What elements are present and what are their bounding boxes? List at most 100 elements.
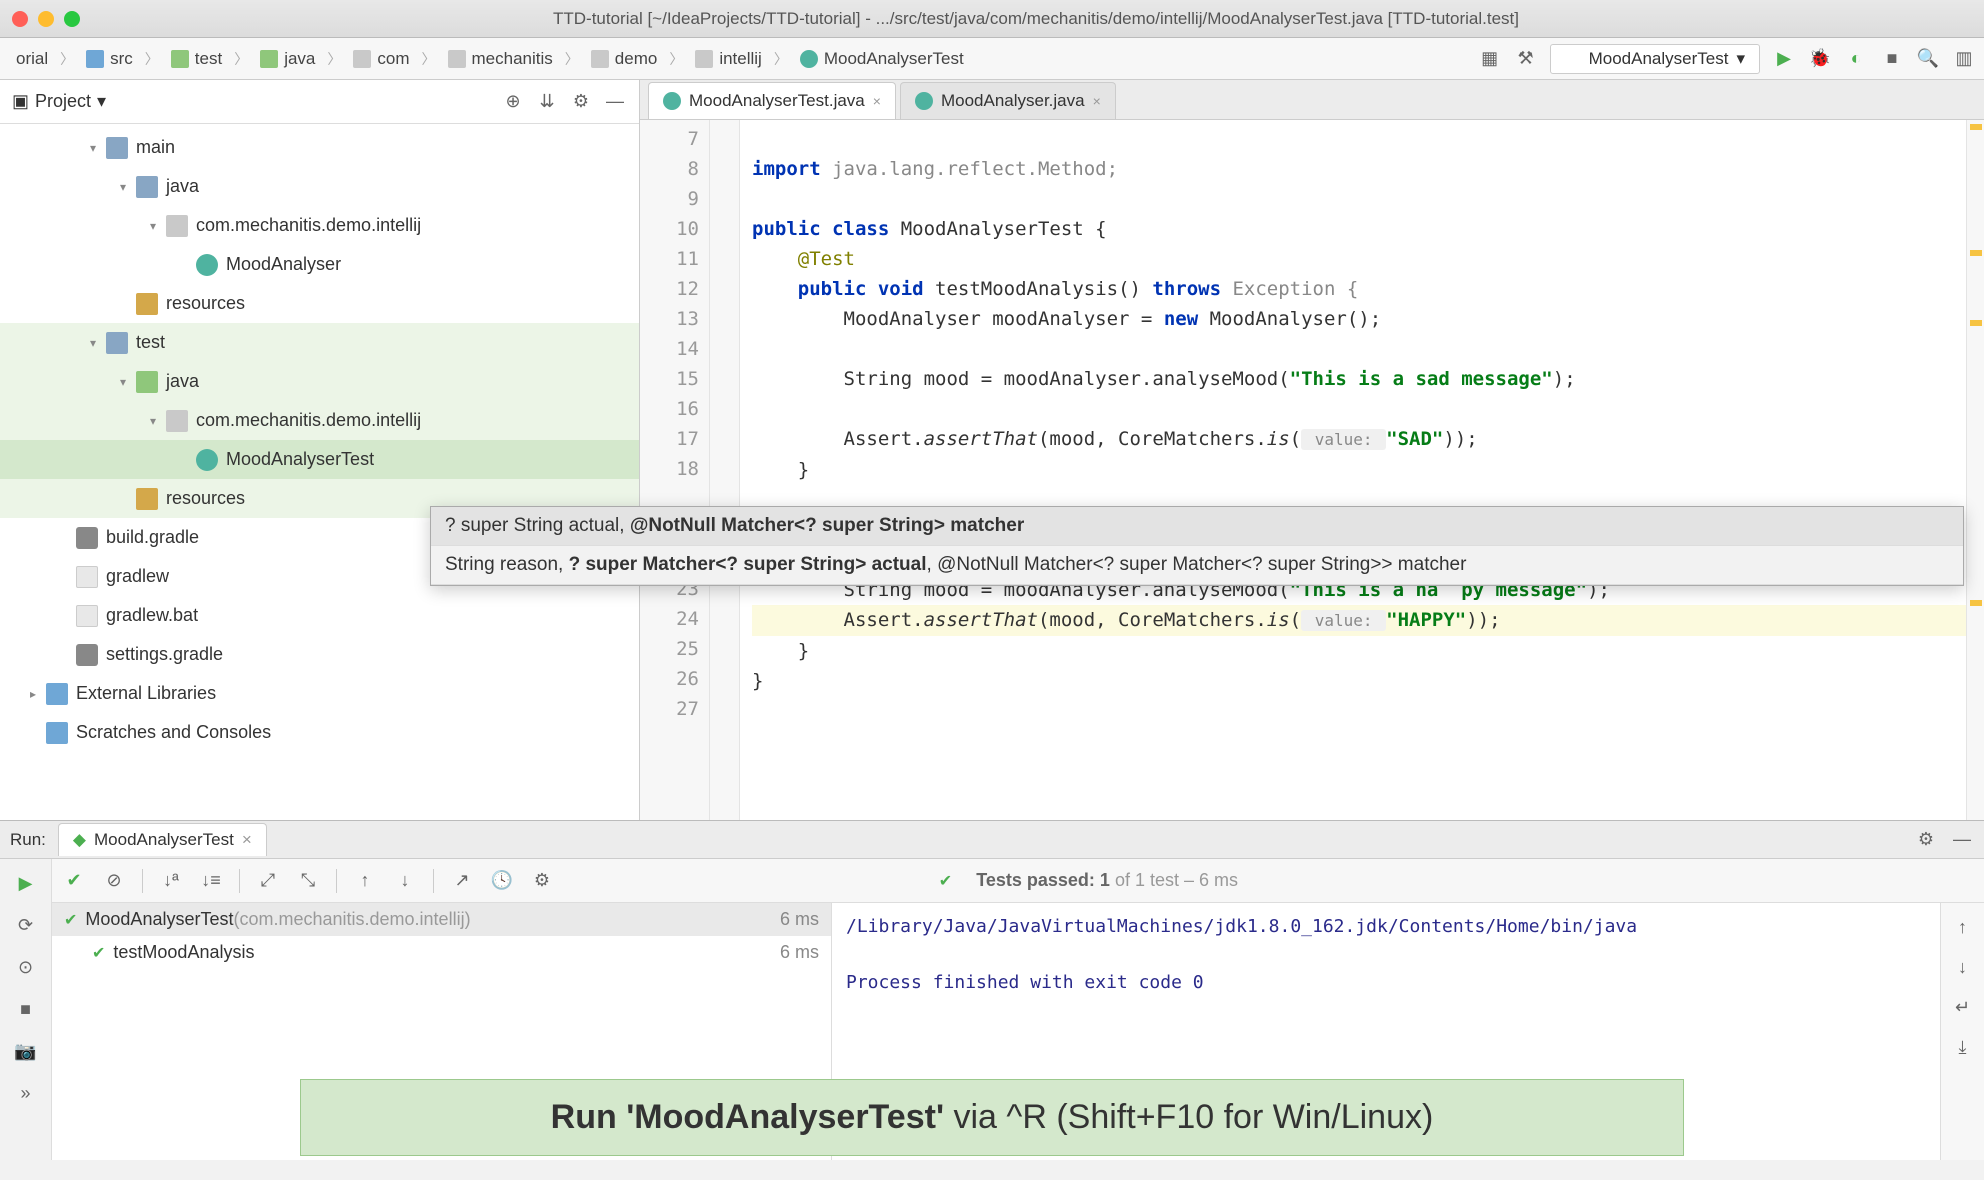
warning-marker[interactable] [1970,320,1982,326]
error-stripe[interactable] [1966,120,1984,820]
editor-tab[interactable]: MoodAnalyser.java× [900,82,1116,119]
gutter-icons[interactable] [710,120,740,820]
rerun-icon[interactable]: ▶ [14,871,38,895]
gear-icon[interactable]: ⚙ [530,869,554,893]
stop-icon[interactable]: ⊙ [14,955,38,979]
tree-item[interactable]: MoodAnalyser [0,245,639,284]
search-icon[interactable]: 🔍 [1916,47,1940,71]
window-controls[interactable] [12,11,80,27]
breadcrumb[interactable]: com [345,45,417,73]
project-sidebar: ▣Project ▾ ⊕ ⇊ ⚙ — ▾main▾java▾com.mechan… [0,80,640,820]
test-status: Tests passed: 1 of 1 test – 6 ms [976,870,1238,891]
parameter-hint-popup[interactable]: ? super String actual, @NotNull Matcher<… [430,506,1964,586]
sort-icon[interactable]: ↓≡ [199,869,223,893]
run-label: Run: [10,830,46,850]
breadcrumb[interactable]: src [78,45,141,73]
tree-item[interactable]: settings.gradle [0,635,639,674]
hint-row[interactable]: String reason, ? super Matcher<? super S… [431,546,1963,585]
up-icon[interactable]: ↑ [1951,915,1975,939]
warning-marker[interactable] [1970,124,1982,130]
down-icon[interactable]: ↓ [393,869,417,893]
warning-marker[interactable] [1970,250,1982,256]
gear-icon[interactable]: ⚙ [569,90,593,114]
tree-item[interactable]: gradlew.bat [0,596,639,635]
camera-icon[interactable]: 📷 [14,1039,38,1063]
run-tab[interactable]: ◆MoodAnalyserTest× [58,823,267,856]
tree-item[interactable]: ▾java [0,167,639,206]
breadcrumb[interactable]: orial [8,45,56,73]
more-icon[interactable]: » [14,1081,38,1105]
stop-icon[interactable]: ■ [14,997,38,1021]
tree-item[interactable]: MoodAnalyserTest [0,440,639,479]
warning-marker[interactable] [1970,600,1982,606]
maximize-window-icon[interactable] [64,11,80,27]
navigation-bar: orial〉 src〉 test〉 java〉 com〉 mechanitis〉… [0,38,1984,80]
locate-icon[interactable]: ⊕ [501,90,525,114]
tip-banner: Run 'MoodAnalyserTest' via ^R (Shift+F10… [300,1079,1684,1156]
check-icon: ✔ [92,943,105,963]
line-gutter[interactable]: 789101112131415161718 222324252627 [640,120,710,820]
class-icon [663,92,681,110]
close-icon[interactable]: × [873,93,881,109]
down-icon[interactable]: ↓ [1951,955,1975,979]
hide-icon[interactable]: — [603,90,627,114]
code-content[interactable]: import java.lang.reflect.Method; public … [740,120,1984,820]
test-row[interactable]: ✔ testMoodAnalysis 6 ms [52,936,831,969]
breadcrumb[interactable]: MoodAnalyserTest [792,45,972,73]
run-config-selector[interactable]: MoodAnalyserTest ▾ [1550,44,1760,74]
hint-row[interactable]: ? super String actual, @NotNull Matcher<… [431,507,1963,546]
run-config-label: MoodAnalyserTest [1589,49,1729,69]
stop-icon[interactable]: ■ [1880,47,1904,71]
breadcrumb[interactable]: java [252,45,323,73]
editor-tab[interactable]: MoodAnalyserTest.java× [648,82,896,119]
wrap-icon[interactable]: ↵ [1951,995,1975,1019]
test-row[interactable]: ✔ MoodAnalyserTest (com.mechanitis.demo.… [52,903,831,936]
sort-icon[interactable]: ↓ª [159,869,183,893]
collapse-icon[interactable]: ⇊ [535,90,559,114]
minimize-window-icon[interactable] [38,11,54,27]
breadcrumb[interactable]: mechanitis [440,45,561,73]
breadcrumb[interactable]: test [163,45,230,73]
sidebar-title[interactable]: Project [35,91,91,112]
expand-icon[interactable]: ⤢ [256,869,280,893]
history-icon[interactable]: 🕓 [490,869,514,893]
window-title: TTD-tutorial [~/IdeaProjects/TTD-tutoria… [100,9,1972,29]
titlebar: TTD-tutorial [~/IdeaProjects/TTD-tutoria… [0,0,1984,38]
toggle-icon[interactable]: ⟳ [14,913,38,937]
build-icon[interactable]: ▦ [1478,47,1502,71]
export-icon[interactable]: ↗ [450,869,474,893]
close-icon[interactable]: × [1093,93,1101,109]
up-icon[interactable]: ↑ [353,869,377,893]
close-icon[interactable]: × [242,830,252,850]
chevron-down-icon[interactable]: ▾ [97,91,106,112]
breadcrumb[interactable]: intellij [687,45,770,73]
run-left-toolbar: ▶ ⟳ ⊙ ■ 📷 » [0,859,52,1160]
hide-icon[interactable]: — [1950,828,1974,852]
scroll-icon[interactable]: ⤓ [1951,1035,1975,1059]
check-icon: ✔ [64,910,77,930]
disabled-icon[interactable]: ⊘ [102,869,126,893]
gear-icon[interactable]: ⚙ [1914,828,1938,852]
tree-item[interactable]: ▸External Libraries [0,674,639,713]
project-tree[interactable]: ▾main▾java▾com.mechanitis.demo.intellijM… [0,124,639,820]
chevron-down-icon: ▾ [1736,49,1745,69]
breadcrumb[interactable]: demo [583,45,666,73]
code-editor[interactable]: 789101112131415161718 222324252627 impor… [640,120,1984,820]
debug-icon[interactable]: 🐞 [1808,47,1832,71]
layout-icon[interactable]: ▥ [1952,47,1976,71]
tree-item[interactable]: ▾com.mechanitis.demo.intellij [0,206,639,245]
editor-tabs: MoodAnalyserTest.java× MoodAnalyser.java… [640,80,1984,120]
run-icon[interactable]: ▶ [1772,47,1796,71]
hammer-icon[interactable]: ⚒ [1514,47,1538,71]
tree-item[interactable]: ▾com.mechanitis.demo.intellij [0,401,639,440]
close-window-icon[interactable] [12,11,28,27]
tree-item[interactable]: Scratches and Consoles [0,713,639,752]
check-icon[interactable]: ✔ [62,869,86,893]
tree-item[interactable]: resources [0,284,639,323]
coverage-icon[interactable]: ◐ [1844,47,1868,71]
tree-item[interactable]: ▾java [0,362,639,401]
tree-item[interactable]: ▾test [0,323,639,362]
tree-item[interactable]: ▾main [0,128,639,167]
console-nav: ↑ ↓ ↵ ⤓ [1940,903,1984,1160]
collapse-icon[interactable]: ⤡ [296,869,320,893]
